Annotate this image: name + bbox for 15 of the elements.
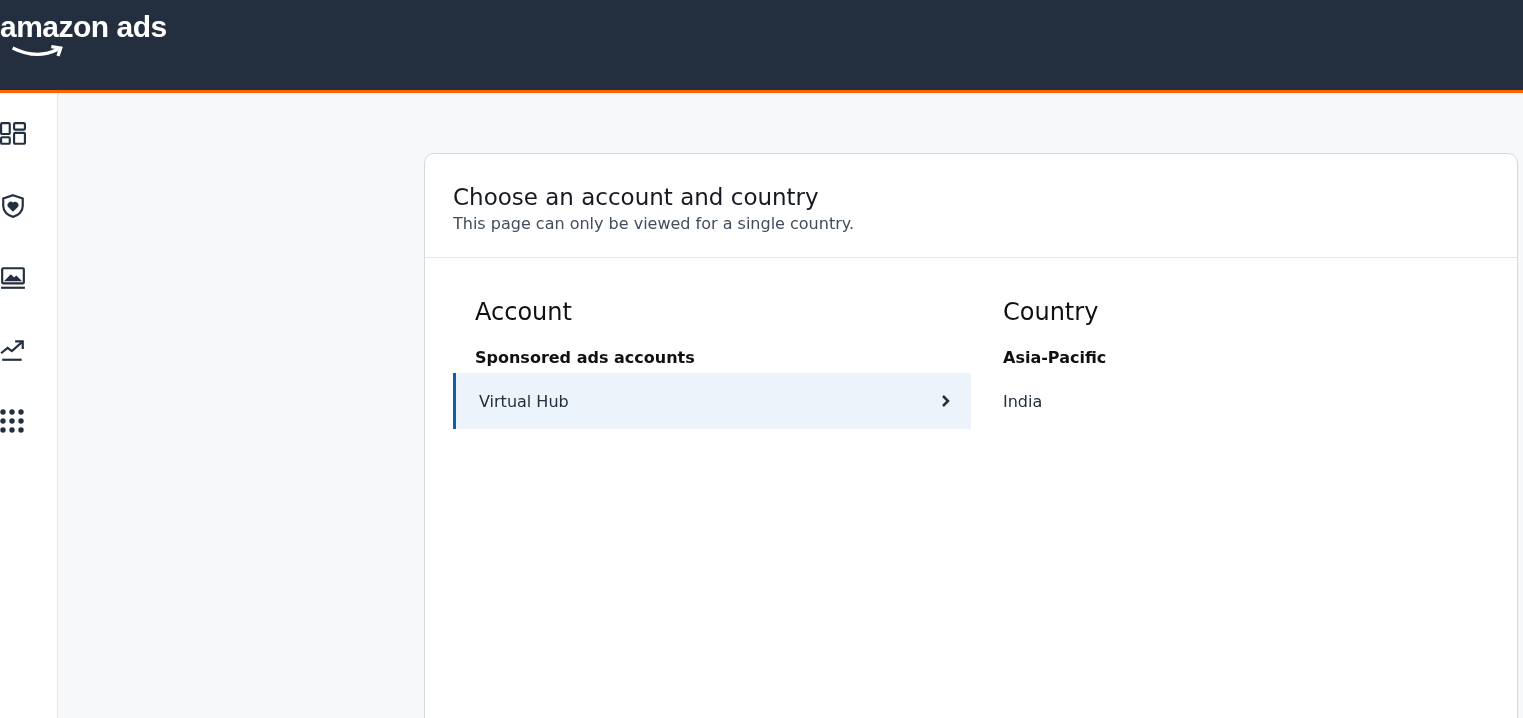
chevron-right-icon (941, 394, 951, 408)
account-heading: Account (474, 298, 573, 326)
card-title: Choose an account and country (453, 184, 820, 210)
app-grid-icon[interactable] (0, 409, 24, 433)
logo-text[interactable]: amazon ads (0, 10, 167, 44)
account-option[interactable]: Virtual Hub (453, 373, 971, 429)
image-monitor-icon[interactable] (0, 265, 26, 291)
shield-heart-icon[interactable] (0, 193, 26, 219)
dashboard-icon[interactable] (0, 121, 26, 147)
account-group-label: Sponsored ads accounts (474, 348, 696, 367)
card-subtitle: This page can only be viewed for a single country. (453, 214, 856, 233)
country-option[interactable]: India (971, 373, 1471, 429)
trend-up-icon[interactable] (0, 337, 26, 363)
region-label: Asia-Pacific (1002, 348, 1108, 367)
country-heading: Country (1002, 298, 1100, 326)
